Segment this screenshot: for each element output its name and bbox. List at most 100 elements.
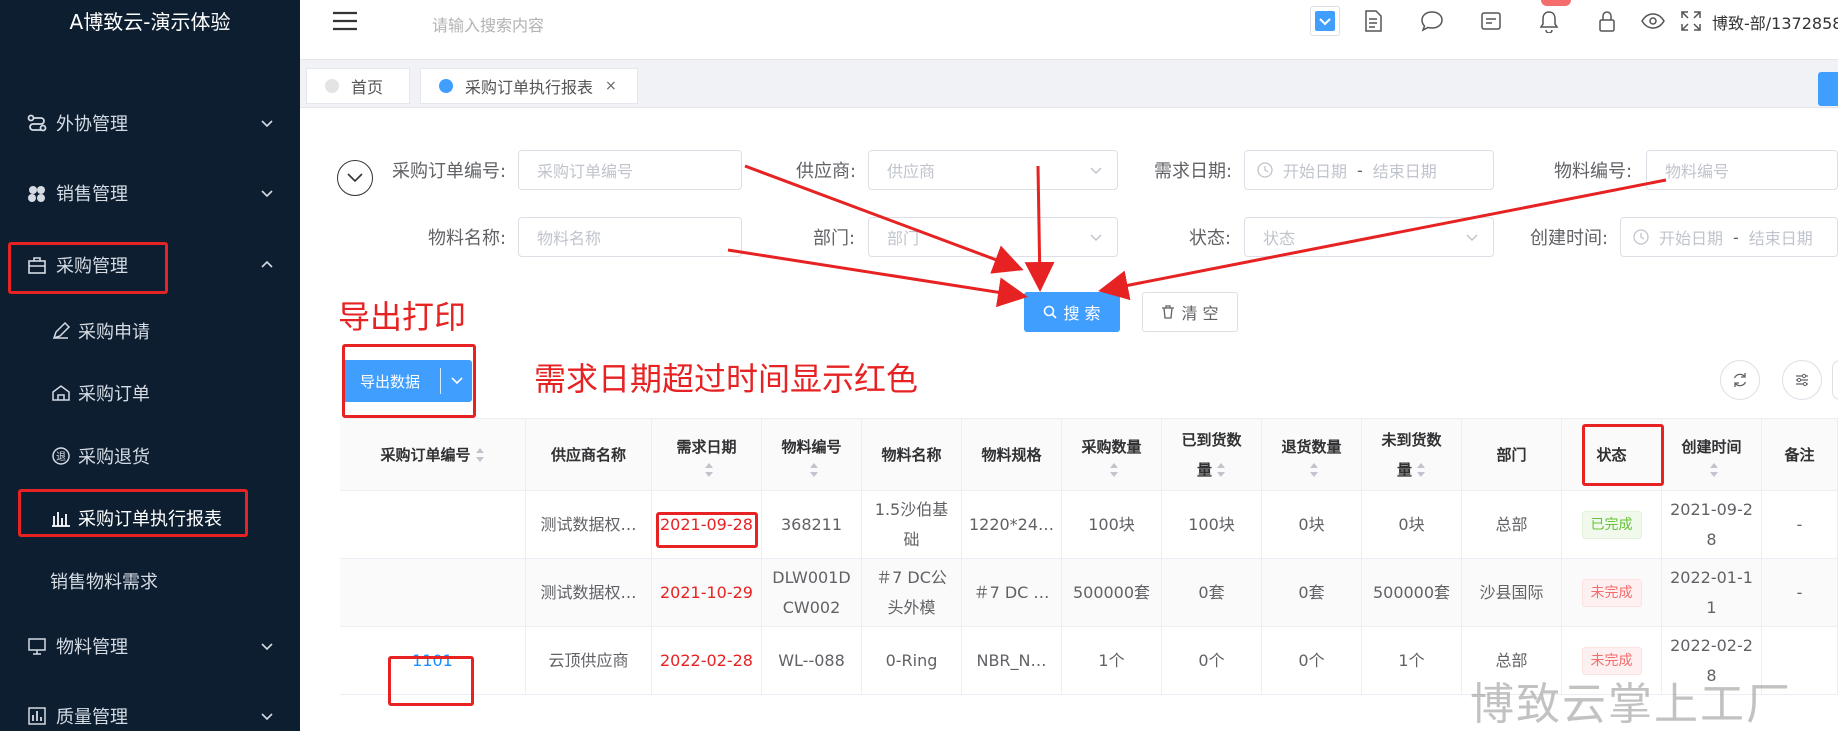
sort-caret-icon[interactable] — [1309, 462, 1319, 478]
ticket-icon[interactable] — [1478, 8, 1504, 34]
sort-caret-icon[interactable] — [704, 462, 714, 478]
user-name[interactable]: 博致-部/137285880 — [1712, 10, 1838, 34]
order-no-input[interactable]: 采购订单编号 — [518, 150, 742, 190]
tab-home[interactable]: 首页 — [306, 68, 410, 104]
cell-text: 沙县国际 — [1479, 582, 1544, 602]
supplier-select[interactable]: 供应商 — [868, 150, 1118, 190]
created-date-range[interactable]: 开始日期 - 结束日期 — [1620, 217, 1838, 257]
close-icon[interactable]: × — [605, 78, 617, 94]
header-line: 量 — [1197, 455, 1226, 485]
material-no-input[interactable]: 物料编号 — [1646, 150, 1838, 190]
col-qty-header[interactable]: 采购数量 — [1062, 419, 1162, 491]
collapse-filter-button[interactable] — [337, 160, 373, 196]
highlight-export-button — [342, 344, 476, 418]
layout-toggle-button[interactable] — [1310, 6, 1340, 36]
sort-caret-icon[interactable] — [1216, 462, 1226, 478]
dept-select[interactable]: 部门 — [868, 217, 1118, 257]
cell-text: 0套 — [1298, 582, 1325, 602]
flow-icon — [26, 112, 48, 134]
sliders-icon — [1796, 373, 1808, 387]
highlight-red-date — [656, 512, 758, 548]
chevron-down-icon — [261, 120, 273, 128]
sort-caret-icon[interactable] — [1709, 462, 1719, 478]
col-order-no-cell — [340, 491, 526, 559]
more-toolbar-button[interactable] — [1832, 360, 1838, 400]
cell-text: 1220*24… — [968, 514, 1055, 534]
sort-caret-icon[interactable] — [809, 462, 819, 478]
end-date-placeholder: 结束日期 — [1748, 229, 1813, 248]
col-created-cell: 2021-09-2 8 — [1662, 491, 1762, 559]
sidebar-item-label: 外协管理 — [56, 114, 128, 135]
col-created-header[interactable]: 创建时间 — [1662, 419, 1762, 491]
highlight-status-column — [1582, 424, 1664, 486]
col-qty-cell: 100块 — [1062, 491, 1162, 559]
sidebar-item-quality[interactable]: 质量管理 — [0, 691, 300, 731]
column-header-label: 已到货数 — [1181, 430, 1242, 449]
sidebar-item-purchase-order[interactable]: 采购订单 — [0, 369, 300, 417]
eye-icon[interactable] — [1640, 8, 1666, 34]
annotation-export-print: 导出打印 — [338, 298, 467, 336]
sidebar-item-purchase-return[interactable]: 退 采购退货 — [0, 432, 300, 480]
sidebar-item-label: 物料管理 — [56, 637, 128, 658]
search-button[interactable]: 搜 索 — [1024, 292, 1120, 332]
refresh-icon — [1733, 373, 1747, 387]
col-arrived-header[interactable]: 已到货数量 — [1162, 419, 1262, 491]
cell-text: 1.5沙伯基 — [874, 499, 949, 519]
tabs-bar: 首页 采购订单执行报表 × — [300, 60, 1838, 108]
sort-caret-icon[interactable] — [1416, 462, 1426, 478]
cell-text: 头外模 — [887, 597, 936, 617]
document-icon[interactable] — [1360, 8, 1386, 34]
cell-text: 100块 — [1188, 514, 1235, 534]
lock-icon[interactable] — [1594, 8, 1620, 34]
cell-text: 2021-09-2 — [1670, 499, 1753, 519]
status-label: 状态: — [1189, 228, 1232, 249]
cell-text: WL--088 — [778, 650, 845, 670]
sidebar-item-outsourcing[interactable]: 外协管理 — [0, 98, 300, 148]
col-returned-cell: 0块 — [1262, 491, 1362, 559]
col-material-no-header[interactable]: 物料编号 — [762, 419, 862, 491]
sidebar-item-label: 采购申请 — [78, 322, 150, 343]
status-select[interactable]: 状态 — [1244, 217, 1494, 257]
chevron-down-icon — [1466, 234, 1478, 242]
col-created-cell: 2022-01-1 1 — [1662, 559, 1762, 627]
chevron-down-icon — [347, 173, 363, 183]
watermark: 博致云掌上工厂 — [1470, 679, 1792, 730]
col-material-name-cell: 1.5沙伯基础 — [862, 491, 962, 559]
cell-text: 1个 — [1098, 650, 1125, 670]
clock-icon — [1633, 229, 1649, 245]
col-pending-header[interactable]: 未到货数量 — [1362, 419, 1462, 491]
col-status-cell: 已完成 — [1562, 491, 1662, 559]
sidebar-item-purchase-request[interactable]: 采购申请 — [0, 307, 300, 355]
material-name-input[interactable]: 物料名称 — [518, 217, 742, 257]
header-search-input[interactable]: 请输入搜索内容 — [432, 12, 544, 36]
sidebar-item-material[interactable]: 物料管理 — [0, 621, 300, 671]
col-pending-cell: 0块 — [1362, 491, 1462, 559]
tab-menu-button[interactable] — [1818, 72, 1838, 106]
svg-text:退: 退 — [56, 451, 66, 463]
cell-text: 8 — [1706, 529, 1717, 549]
chat-icon[interactable] — [1419, 8, 1445, 34]
sidebar-item-sales[interactable]: 销售管理 — [0, 168, 300, 218]
table-row[interactable]: 测试数据权… 2021-09-2 8 368211 1.5沙伯基础 1220*24… 100… — [340, 491, 1838, 559]
sidebar-item-label: 质量管理 — [56, 707, 128, 728]
bell-icon[interactable] — [1536, 8, 1562, 34]
fullscreen-icon[interactable] — [1678, 8, 1704, 34]
col-demand-date-header[interactable]: 需求日期 — [652, 419, 762, 491]
col-order-no-header[interactable]: 采购订单编号 — [340, 419, 526, 491]
hamburger-icon[interactable] — [332, 10, 358, 32]
tab-purchase-report[interactable]: 采购订单执行报表 × — [420, 68, 638, 104]
sidebar-item-sales-material[interactable]: 销售物料需求 — [0, 557, 300, 605]
column-header-label: 物料名称 — [881, 445, 942, 464]
demand-date-range[interactable]: 开始日期 - 结束日期 — [1244, 150, 1494, 190]
refresh-button[interactable] — [1720, 360, 1760, 400]
col-pending-cell: 1个 — [1362, 627, 1462, 695]
tab-label: 首页 — [351, 78, 384, 97]
house-icon — [50, 382, 72, 404]
columns-settings-button[interactable] — [1782, 360, 1822, 400]
table-row[interactable]: 测试数据权… 2021-10-29 DLW001D CW002 ＃7 DC公 头外模 ＃7 … — [340, 559, 1838, 627]
sort-caret-icon[interactable] — [1109, 462, 1119, 478]
clear-button[interactable]: 清 空 — [1142, 292, 1238, 332]
col-returned-header[interactable]: 退货数量 — [1262, 419, 1362, 491]
sort-caret-icon[interactable] — [475, 447, 485, 463]
sidebar: A博致云-演示体验 外协管理 销售管理 采购管理 采购申请 采购订单 退 采购退… — [0, 0, 300, 731]
